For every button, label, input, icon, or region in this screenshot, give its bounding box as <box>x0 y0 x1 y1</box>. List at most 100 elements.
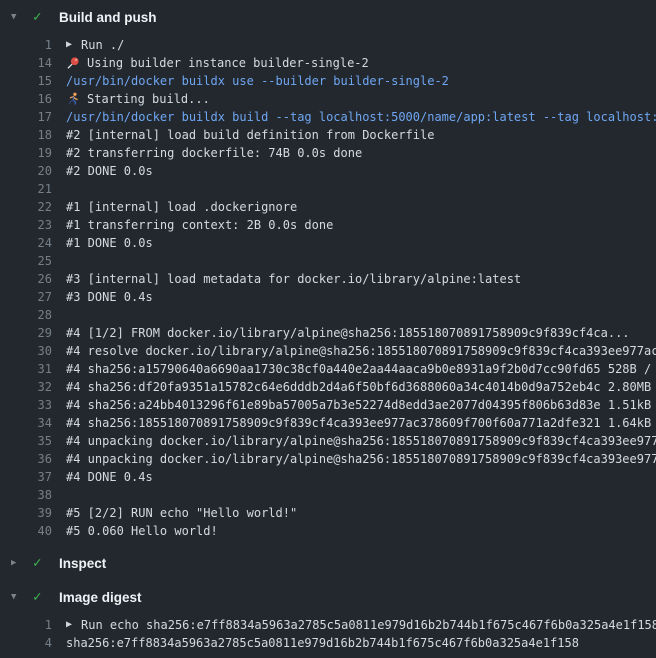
log-line: 33#4 sha256:a24bb4013296f61e89ba57005a7b… <box>0 396 656 414</box>
log-line-content: Starting build... <box>66 90 210 108</box>
log-line-content: #4 sha256:185518070891758909c9f839cf4ca3… <box>66 414 656 432</box>
log-line-content: #4 unpacking docker.io/library/alpine@sh… <box>66 432 656 450</box>
log-text: Using builder instance builder-single-2 <box>87 54 369 72</box>
line-number[interactable]: 1 <box>0 616 66 634</box>
log-line-content: #4 sha256:df20fa9351a15782c64e6dddb2d4a6… <box>66 378 656 396</box>
line-number[interactable]: 37 <box>0 468 66 486</box>
chevron-down-icon: ▼ <box>9 592 33 602</box>
log-line: 14 Using builder instance builder-single-… <box>0 54 656 72</box>
log-line: 36#4 unpacking docker.io/library/alpine@… <box>0 450 656 468</box>
workflow-log: ▼✓Build and push1▶Run ./14Using builder … <box>0 0 656 658</box>
log-text: /usr/bin/docker buildx build --tag local… <box>66 108 656 126</box>
log-line: 16 Starting build... <box>0 90 656 108</box>
log-line-content: #3 DONE 0.4s <box>66 288 153 306</box>
log-line: 39#5 [2/2] RUN echo "Hello world!" <box>0 504 656 522</box>
log-text: Starting build... <box>87 90 210 108</box>
line-number[interactable]: 18 <box>0 126 66 144</box>
log-line-content: #3 [internal] load metadata for docker.i… <box>66 270 521 288</box>
log-line: 28 <box>0 306 656 324</box>
line-number[interactable]: 31 <box>0 360 66 378</box>
line-number[interactable]: 33 <box>0 396 66 414</box>
log-text: #1 DONE 0.0s <box>66 234 153 252</box>
log-line-content: #1 DONE 0.0s <box>66 234 153 252</box>
chevron-right-icon: ▶ <box>9 558 33 568</box>
log-line-content: ▶Run echo sha256:e7ff8834a5963a2785c5a08… <box>66 616 656 634</box>
log-line: 1▶Run echo sha256:e7ff8834a5963a2785c5a0… <box>0 616 656 634</box>
log-line: 32#4 sha256:df20fa9351a15782c64e6dddb2d4… <box>0 378 656 396</box>
log-line: 24#1 DONE 0.0s <box>0 234 656 252</box>
log-line-content: #5 [2/2] RUN echo "Hello world!" <box>66 504 297 522</box>
log-text: /usr/bin/docker buildx use --builder bui… <box>66 72 449 90</box>
log-line: 30#4 resolve docker.io/library/alpine@sh… <box>0 342 656 360</box>
log-text: #4 sha256:a24bb4013296f61e89ba57005a7b3e… <box>66 396 656 414</box>
check-icon: ✓ <box>33 589 59 605</box>
log-text: #4 unpacking docker.io/library/alpine@sh… <box>66 450 656 468</box>
pushpin-emoji <box>66 56 80 70</box>
line-number[interactable]: 23 <box>0 216 66 234</box>
line-number[interactable]: 40 <box>0 522 66 540</box>
log-line-content: #1 transferring context: 2B 0.0s done <box>66 216 333 234</box>
line-number[interactable]: 38 <box>0 486 66 504</box>
log-line-content: #4 resolve docker.io/library/alpine@sha2… <box>66 342 656 360</box>
line-number[interactable]: 4 <box>0 634 66 652</box>
section-header-inspect[interactable]: ▶✓Inspect <box>0 546 656 580</box>
log-text: #5 0.060 Hello world! <box>66 522 218 540</box>
log-text: #4 [1/2] FROM docker.io/library/alpine@s… <box>66 324 630 342</box>
line-number[interactable]: 34 <box>0 414 66 432</box>
log-line: 22#1 [internal] load .dockerignore <box>0 198 656 216</box>
log-line: 40#5 0.060 Hello world! <box>0 522 656 540</box>
log-text: #3 DONE 0.4s <box>66 288 153 306</box>
expand-run-icon[interactable]: ▶ <box>66 616 72 634</box>
section-header-build-and-push[interactable]: ▼✓Build and push <box>0 0 656 34</box>
line-number[interactable]: 30 <box>0 342 66 360</box>
log-line-content: ▶ Run ./ <box>66 36 124 54</box>
line-number[interactable]: 20 <box>0 162 66 180</box>
line-number[interactable]: 26 <box>0 270 66 288</box>
log-text: #1 transferring context: 2B 0.0s done <box>66 216 333 234</box>
line-number[interactable]: 39 <box>0 504 66 522</box>
log-text: #2 DONE 0.0s <box>66 162 153 180</box>
log-line: 23#1 transferring context: 2B 0.0s done <box>0 216 656 234</box>
line-number[interactable]: 28 <box>0 306 66 324</box>
line-number[interactable]: 21 <box>0 180 66 198</box>
log-line: 29#4 [1/2] FROM docker.io/library/alpine… <box>0 324 656 342</box>
log-text: #4 unpacking docker.io/library/alpine@sh… <box>66 432 656 450</box>
log-text: #4 sha256:df20fa9351a15782c64e6dddb2d4a6… <box>66 378 656 396</box>
chevron-down-icon: ▼ <box>9 12 33 22</box>
line-number[interactable]: 15 <box>0 72 66 90</box>
log-line: 27#3 DONE 0.4s <box>0 288 656 306</box>
section-title-build-and-push: Build and push <box>59 10 157 25</box>
log-line-content: sha256:e7ff8834a5963a2785c5a0811e979d16b… <box>66 634 579 652</box>
line-number[interactable]: 27 <box>0 288 66 306</box>
section-title-image-digest: Image digest <box>59 590 142 605</box>
section-inspect: ▶✓Inspect <box>0 546 656 580</box>
section-title-inspect: Inspect <box>59 556 106 571</box>
runner-emoji <box>66 92 80 106</box>
log-text: #3 [internal] load metadata for docker.i… <box>66 270 521 288</box>
line-number[interactable]: 29 <box>0 324 66 342</box>
line-number[interactable]: 36 <box>0 450 66 468</box>
log-text: #1 [internal] load .dockerignore <box>66 198 297 216</box>
line-number[interactable]: 16 <box>0 90 66 108</box>
log-line-content: #4 sha256:a24bb4013296f61e89ba57005a7b3e… <box>66 396 656 414</box>
line-number[interactable]: 22 <box>0 198 66 216</box>
log-lines-image-digest: 1▶Run echo sha256:e7ff8834a5963a2785c5a0… <box>0 614 656 658</box>
log-line-content: #2 transferring dockerfile: 74B 0.0s don… <box>66 144 362 162</box>
line-number[interactable]: 17 <box>0 108 66 126</box>
log-line: 37#4 DONE 0.4s <box>0 468 656 486</box>
section-build-and-push: ▼✓Build and push 1▶ Run ./ 14 Using builder … <box>0 0 656 546</box>
expand-run-icon[interactable]: ▶ <box>66 36 72 54</box>
log-text: #4 DONE 0.4s <box>66 468 153 486</box>
log-text: Run ./ <box>81 36 124 54</box>
line-number[interactable]: 1 <box>0 36 66 54</box>
log-line: 18#2 [internal] load build definition fr… <box>0 126 656 144</box>
log-line: 25 <box>0 252 656 270</box>
section-header-image-digest[interactable]: ▼✓Image digest <box>0 580 656 614</box>
line-number[interactable]: 25 <box>0 252 66 270</box>
line-number[interactable]: 14 <box>0 54 66 72</box>
log-line: 26#3 [internal] load metadata for docker… <box>0 270 656 288</box>
line-number[interactable]: 19 <box>0 144 66 162</box>
line-number[interactable]: 32 <box>0 378 66 396</box>
line-number[interactable]: 24 <box>0 234 66 252</box>
line-number[interactable]: 35 <box>0 432 66 450</box>
